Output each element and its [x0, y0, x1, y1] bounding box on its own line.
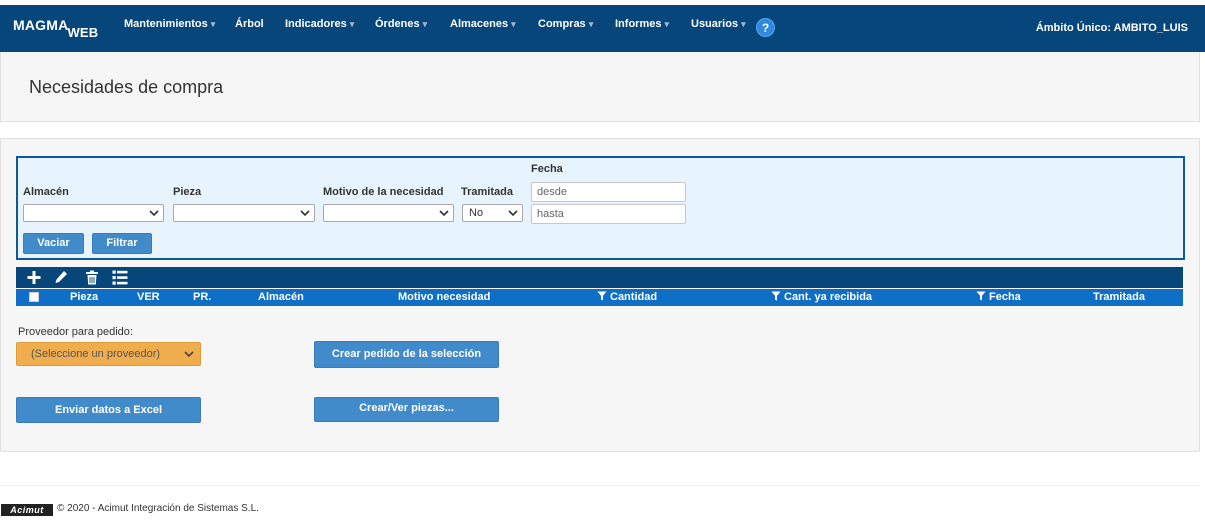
proveedor-select[interactable]: (Seleccione un proveedor) — [16, 342, 201, 366]
column-header-tramitada[interactable]: Tramitada — [1093, 291, 1145, 303]
logo-main: MAGMA — [13, 17, 69, 33]
filter-panel: Almacén Pieza Motivo de la necesidad Tra… — [16, 156, 1185, 260]
pencil-icon[interactable] — [52, 269, 70, 286]
caret-down-icon: ▾ — [349, 19, 355, 29]
column-header-fecha[interactable]: Fecha — [976, 291, 1021, 303]
column-header-pieza[interactable]: Pieza — [70, 291, 98, 303]
footer-divider — [0, 485, 1200, 486]
top-navbar: MAGMAWEB Mantenimientos ▾ Árbol Indicador… — [0, 5, 1205, 52]
almacen-label: Almacén — [23, 186, 69, 198]
ambito-label: Ámbito Único: AMBITO_LUIS — [1035, 22, 1188, 34]
crear-pedido-button[interactable]: Crear pedido de la selección — [314, 341, 499, 368]
footer-copyright: © 2020 - Acimut Integración de Sistemas … — [57, 503, 259, 514]
select-all-checkbox[interactable] — [29, 292, 39, 302]
column-header-almacen[interactable]: Almacén — [258, 291, 304, 303]
page-title: Necesidades de compra — [29, 77, 224, 97]
chevron-down-icon — [508, 210, 518, 217]
trash-icon[interactable] — [83, 269, 101, 286]
table-toolbar — [16, 267, 1183, 288]
chevron-down-icon — [439, 210, 449, 217]
column-header-motivo[interactable]: Motivo necesidad — [398, 291, 490, 303]
nav-ordenes[interactable]: Órdenes ▾ — [375, 18, 427, 30]
excel-export-button[interactable]: Enviar datos a Excel — [16, 397, 201, 423]
main-panel: Almacén Pieza Motivo de la necesidad Tra… — [0, 138, 1200, 452]
plus-icon[interactable] — [25, 269, 43, 286]
pieza-label: Pieza — [173, 186, 202, 198]
nav-informes[interactable]: Informes ▾ — [615, 18, 669, 30]
nav-arbol[interactable]: Árbol — [235, 18, 264, 30]
vaciar-button[interactable]: Vaciar — [23, 233, 84, 254]
caret-down-icon: ▾ — [741, 19, 746, 29]
logo-sub: WEB — [67, 25, 99, 40]
title-panel: Necesidades de compra — [0, 52, 1200, 122]
footer-logo: Acimut — [1, 504, 53, 516]
filter-icon[interactable] — [771, 291, 781, 301]
column-header-recibida[interactable]: Cant. ya recibida — [771, 291, 872, 303]
nav-compras[interactable]: Compras ▾ — [538, 18, 593, 30]
filter-icon[interactable] — [597, 291, 607, 301]
chevron-down-icon — [184, 351, 194, 358]
motivo-select[interactable] — [323, 204, 454, 222]
pieza-select[interactable] — [173, 204, 315, 222]
caret-down-icon: ▾ — [511, 19, 516, 29]
nav-mantenimientos[interactable]: Mantenimientos ▾ — [124, 18, 215, 30]
filter-icon[interactable] — [976, 291, 986, 301]
proveedor-label: Proveedor para pedido: — [18, 326, 133, 338]
caret-down-icon: ▾ — [210, 19, 216, 29]
crear-ver-piezas-button[interactable]: Crear/Ver piezas... — [314, 397, 499, 422]
nav-usuarios[interactable]: Usuarios ▾ — [691, 18, 746, 30]
column-header-pr[interactable]: PR. — [193, 291, 211, 303]
almacen-select[interactable] — [23, 204, 164, 222]
table-header: Pieza VER PR. Almacén Motivo necesidad C… — [16, 289, 1183, 306]
column-header-ver[interactable]: VER — [137, 291, 160, 303]
tramitada-select[interactable]: No — [462, 204, 523, 222]
filtrar-button[interactable]: Filtrar — [92, 233, 152, 254]
caret-down-icon: ▾ — [588, 19, 594, 29]
nav-indicadores[interactable]: Indicadores ▾ — [285, 18, 354, 30]
app-logo[interactable]: MAGMAWEB — [13, 17, 98, 40]
caret-down-icon: ▾ — [422, 19, 428, 29]
caret-down-icon: ▾ — [664, 19, 669, 29]
fecha-hasta-input[interactable] — [531, 204, 686, 224]
fecha-desde-input[interactable] — [531, 182, 686, 202]
help-icon[interactable]: ? — [756, 18, 775, 37]
chevron-down-icon — [300, 210, 310, 217]
nav-almacenes[interactable]: Almacenes ▾ — [450, 18, 516, 30]
column-header-cantidad[interactable]: Cantidad — [597, 291, 657, 303]
motivo-label: Motivo de la necesidad — [323, 186, 444, 198]
fecha-label: Fecha — [531, 163, 563, 175]
tramitada-label: Tramitada — [461, 186, 513, 198]
chevron-down-icon — [149, 210, 159, 217]
list-icon[interactable] — [111, 269, 129, 286]
